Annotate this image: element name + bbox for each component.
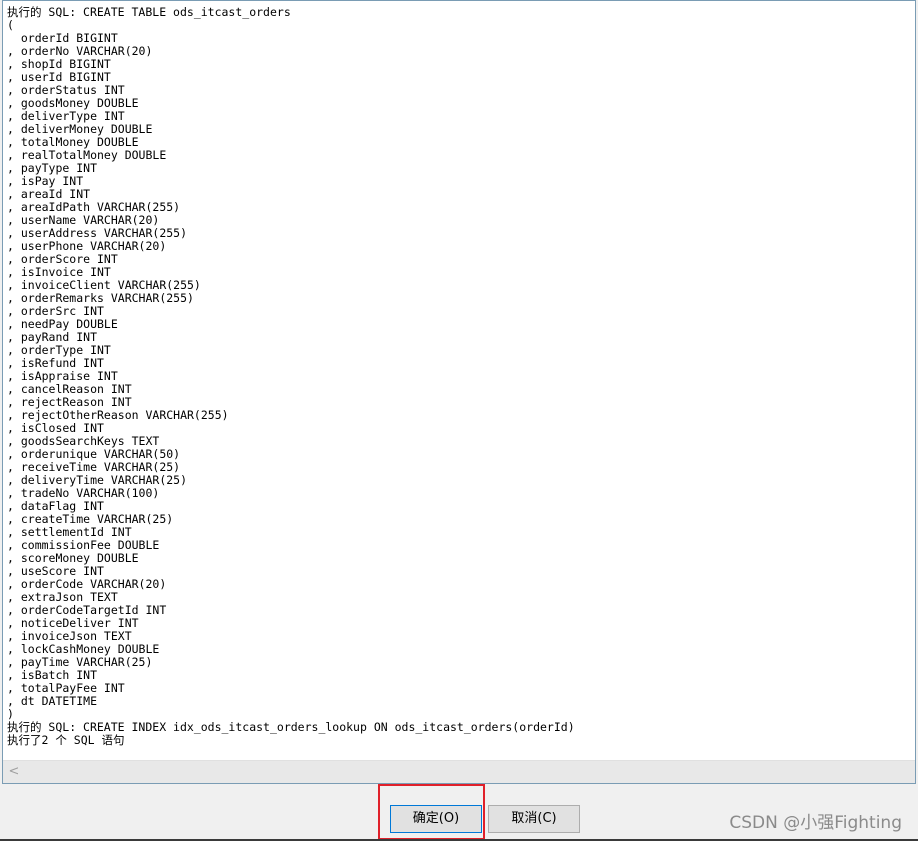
sql-output-line: , tradeNo VARCHAR(100) <box>7 486 160 500</box>
sql-output-line: , userAddress VARCHAR(255) <box>7 226 188 240</box>
sql-output-line: , payType INT <box>7 161 98 175</box>
sql-output-line: , orderCodeTargetId INT <box>7 603 167 617</box>
sql-output-line: , isBatch INT <box>7 668 98 682</box>
sql-output-pane[interactable]: 执行的 SQL: CREATE TABLE ods_itcast_orders … <box>2 0 916 784</box>
sql-output-line: , commissionFee DOUBLE <box>7 538 160 552</box>
sql-output-line: 执行的 SQL: CREATE INDEX idx_ods_itcast_ord… <box>7 720 575 734</box>
sql-output-line: , payRand INT <box>7 330 98 344</box>
sql-output-line: , deliveryTime VARCHAR(25) <box>7 473 188 487</box>
sql-output-line: , realTotalMoney DOUBLE <box>7 148 167 162</box>
sql-output-line: , rejectOtherReason VARCHAR(255) <box>7 408 229 422</box>
sql-output-line: , isAppraise INT <box>7 369 118 383</box>
sql-output-line: , orderScore INT <box>7 252 118 266</box>
sql-output-line: , userName VARCHAR(20) <box>7 213 160 227</box>
sql-output-line: , isClosed INT <box>7 421 104 435</box>
scroll-left-icon[interactable]: < <box>7 764 21 780</box>
sql-output-line: , areaId INT <box>7 187 91 201</box>
sql-output-line: , isInvoice INT <box>7 265 111 279</box>
sql-output-line: , dataFlag INT <box>7 499 104 513</box>
sql-output-line: orderId BIGINT <box>7 31 118 45</box>
sql-output-line: , orderNo VARCHAR(20) <box>7 44 153 58</box>
sql-output-line: , goodsMoney DOUBLE <box>7 96 139 110</box>
sql-output-text: 执行的 SQL: CREATE TABLE ods_itcast_orders … <box>7 6 575 747</box>
sql-output-line: , createTime VARCHAR(25) <box>7 512 174 526</box>
sql-output-line: 执行了2 个 SQL 语句 <box>7 733 125 747</box>
sql-output-line: , userPhone VARCHAR(20) <box>7 239 167 253</box>
cancel-button[interactable]: 取消(C) <box>488 805 580 833</box>
sql-output-line: , extraJson TEXT <box>7 590 118 604</box>
sql-output-line: , deliverMoney DOUBLE <box>7 122 153 136</box>
sql-output-line: , userId BIGINT <box>7 70 111 84</box>
sql-output-line: ) <box>7 707 14 721</box>
sql-output-line: , rejectReason INT <box>7 395 132 409</box>
sql-output-line: , isPay INT <box>7 174 84 188</box>
sql-output-line: , areaIdPath VARCHAR(255) <box>7 200 181 214</box>
sql-output-line: , invoiceJson TEXT <box>7 629 132 643</box>
sql-output-line: , orderSrc INT <box>7 304 104 318</box>
sql-output-line: , orderType INT <box>7 343 111 357</box>
sql-output-line: , payTime VARCHAR(25) <box>7 655 153 669</box>
sql-output-line: , orderCode VARCHAR(20) <box>7 577 167 591</box>
sql-output-line: , deliverType INT <box>7 109 125 123</box>
sql-output-line: , cancelReason INT <box>7 382 132 396</box>
sql-output-line: , isRefund INT <box>7 356 104 370</box>
sql-output-line: 执行的 SQL: CREATE TABLE ods_itcast_orders <box>7 5 291 19</box>
sql-output-line: , shopId BIGINT <box>7 57 111 71</box>
sql-output-line: , invoiceClient VARCHAR(255) <box>7 278 201 292</box>
sql-output-line: , goodsSearchKeys TEXT <box>7 434 160 448</box>
sql-output-line: , noticeDeliver INT <box>7 616 139 630</box>
sql-output-line: , needPay DOUBLE <box>7 317 118 331</box>
sql-output-line: , receiveTime VARCHAR(25) <box>7 460 181 474</box>
sql-output-line: , lockCashMoney DOUBLE <box>7 642 160 656</box>
button-bar: 确定(O) 取消(C) CSDN @小强Fighting <box>0 784 918 841</box>
sql-execution-dialog: 执行的 SQL: CREATE TABLE ods_itcast_orders … <box>0 0 918 841</box>
sql-output-line: ( <box>7 18 14 32</box>
sql-output-line: , settlementId INT <box>7 525 132 539</box>
ok-button[interactable]: 确定(O) <box>390 805 482 833</box>
sql-output-line: , orderRemarks VARCHAR(255) <box>7 291 194 305</box>
watermark-text: CSDN @小强Fighting <box>729 813 902 833</box>
sql-output-line: , useScore INT <box>7 564 104 578</box>
sql-output-line: , scoreMoney DOUBLE <box>7 551 139 565</box>
horizontal-scrollbar[interactable]: < <box>3 760 915 783</box>
sql-output-line: , totalMoney DOUBLE <box>7 135 139 149</box>
sql-output-line: , orderStatus INT <box>7 83 125 97</box>
sql-output-line: , orderunique VARCHAR(50) <box>7 447 181 461</box>
sql-output-line: , dt DATETIME <box>7 694 98 708</box>
sql-output-line: , totalPayFee INT <box>7 681 125 695</box>
